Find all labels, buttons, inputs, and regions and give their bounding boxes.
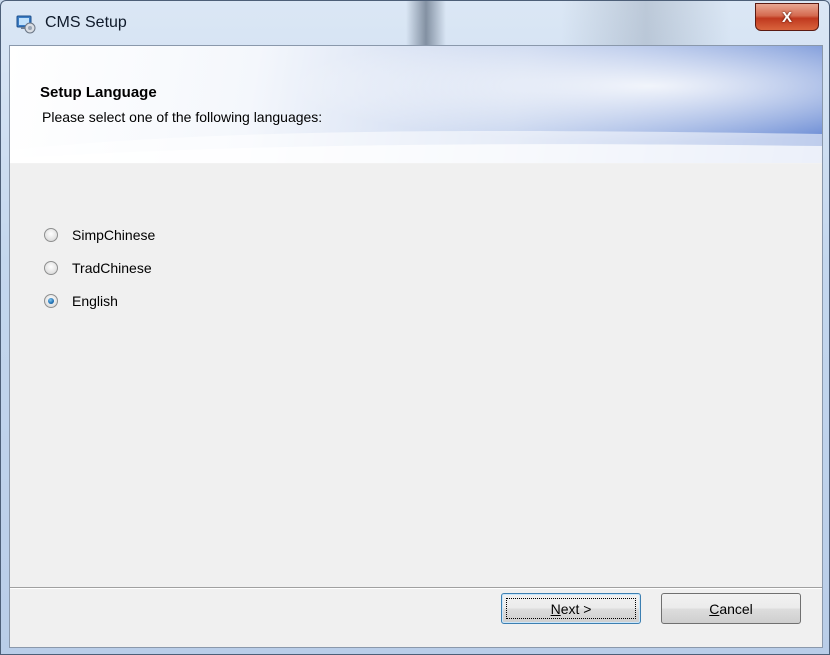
language-radio-group: SimpChinese TradChinese English [44,218,155,317]
radio-option-simpchinese[interactable]: SimpChinese [44,218,155,251]
dialog-client-area: Setup Language Please select one of the … [9,45,823,648]
radio-button[interactable] [44,227,58,242]
radio-label: TradChinese [72,259,152,276]
next-button[interactable]: Next > [501,593,641,624]
close-button[interactable]: X [755,3,819,31]
title-bar[interactable]: CMS Setup X [1,1,829,45]
header-banner: Setup Language Please select one of the … [10,46,822,164]
installer-icon [15,13,37,35]
footer-separator [10,587,822,589]
radio-button-selected[interactable] [44,293,58,308]
radio-label: English [72,292,118,309]
radio-option-english[interactable]: English [44,284,155,317]
page-subtitle: Please select one of the following langu… [42,109,323,125]
radio-option-tradchinese[interactable]: TradChinese [44,251,155,284]
window-title: CMS Setup [45,14,127,31]
radio-label: SimpChinese [72,226,156,243]
page-title: Setup Language [40,84,157,101]
radio-button[interactable] [44,260,58,275]
focus-ring [506,598,636,619]
setup-window: CMS Setup X Setup Language Please select… [0,0,830,655]
close-icon: X [781,8,792,26]
cancel-button-label: Cancel [709,600,753,617]
cancel-button[interactable]: Cancel [661,593,801,624]
banner-swoosh [10,131,822,164]
